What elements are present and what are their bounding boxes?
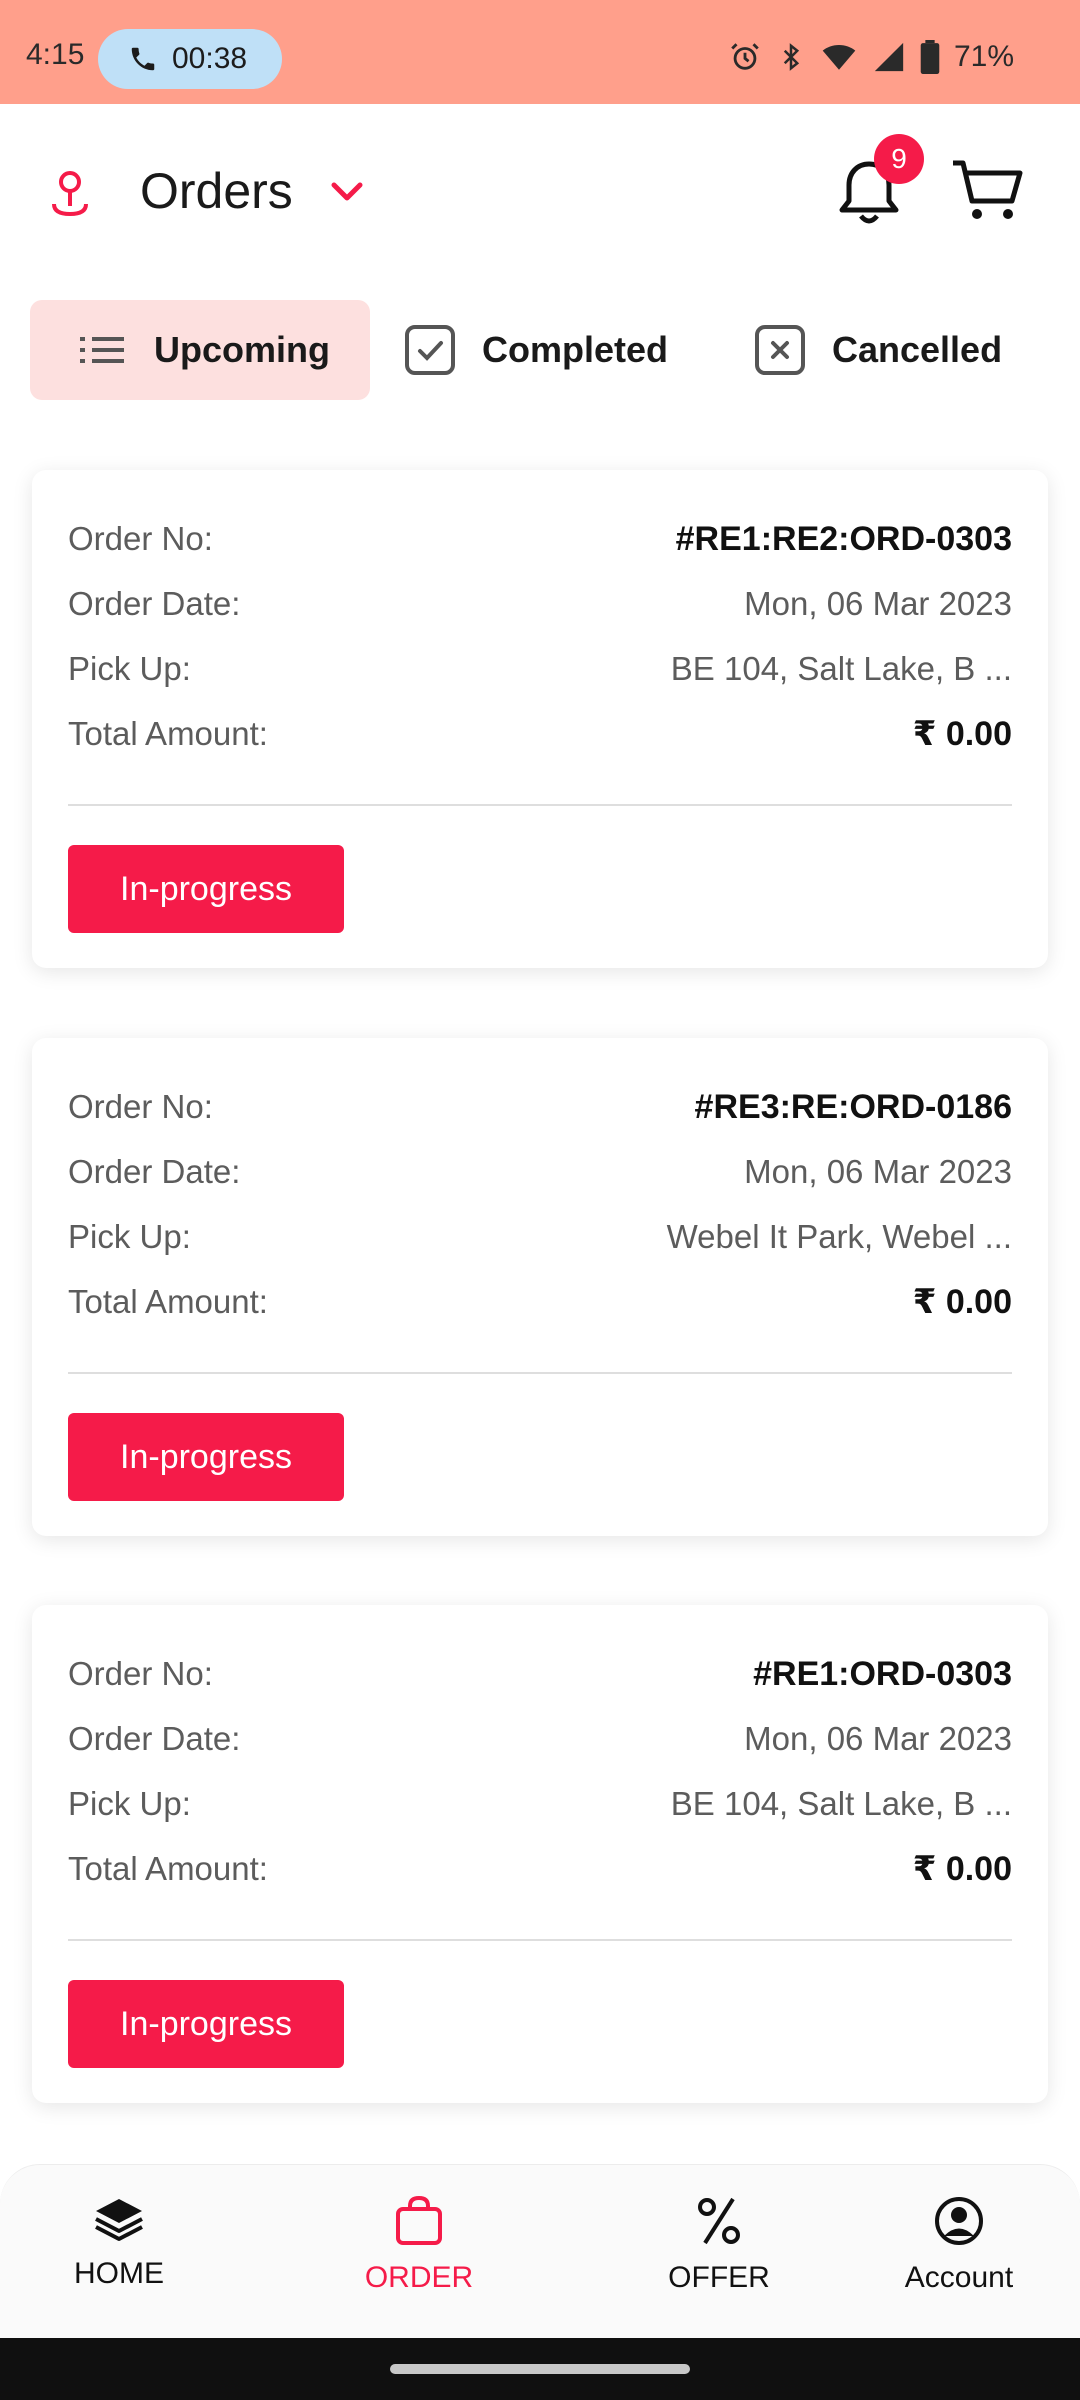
nav-offer[interactable]: OFFER	[619, 2195, 819, 2295]
order-no-row: Order No: #RE1:ORD-0303	[68, 1649, 1012, 1699]
cart-icon[interactable]	[950, 158, 1024, 224]
order-date-value: Mon, 06 Mar 2023	[744, 1153, 1012, 1190]
order-card[interactable]: Order No: #RE1:ORD-0303 Order Date: Mon,…	[32, 1605, 1048, 2103]
nav-order[interactable]: ORDER	[319, 2195, 519, 2295]
card-divider	[68, 804, 1012, 806]
order-no-value: #RE1:ORD-0303	[753, 1654, 1012, 1693]
pickup-row: Pick Up: Webel It Park, Webel ...	[68, 1212, 1012, 1262]
bottom-navigation: HOME ORDER OFFER Account	[0, 2164, 1080, 2338]
order-status-tabs: Upcoming Completed Cancelled	[0, 300, 1080, 400]
tab-cancelled[interactable]: Cancelled	[754, 300, 1054, 400]
battery-percent: 71%	[953, 40, 1014, 73]
order-no-label: Order No:	[68, 520, 213, 557]
phone-icon	[131, 47, 155, 71]
bluetooth-icon	[783, 43, 800, 71]
nav-home[interactable]: HOME	[19, 2195, 219, 2291]
order-date-label: Order Date:	[68, 585, 241, 622]
wifi-icon	[822, 44, 856, 70]
nav-label: ORDER	[364, 2261, 474, 2294]
status-bar: 4:15 00:38 71%	[0, 0, 1080, 104]
cellular-signal-icon	[874, 42, 904, 72]
page-title[interactable]: Orders	[140, 162, 293, 220]
chevron-down-icon[interactable]	[330, 180, 364, 204]
pickup-value: Webel It Park, Webel ...	[666, 1218, 1012, 1255]
nav-label: Account	[904, 2261, 1014, 2294]
total-amount-value: ₹ 0.00	[912, 1850, 1012, 1888]
tab-label: Upcoming	[154, 329, 330, 370]
tab-completed[interactable]: Completed	[404, 300, 704, 400]
bag-icon	[396, 2195, 442, 2245]
card-divider	[68, 1372, 1012, 1374]
layers-icon	[95, 2199, 143, 2241]
checkbox-checked-icon	[405, 325, 455, 375]
order-no-value: #RE3:RE:ORD-0186	[694, 1087, 1012, 1126]
battery-icon	[920, 40, 940, 74]
status-button[interactable]: In-progress	[68, 845, 344, 933]
pickup-label: Pick Up:	[68, 1785, 191, 1822]
system-gesture-bar	[0, 2338, 1080, 2400]
pickup-value: BE 104, Salt Lake, B ...	[670, 650, 1012, 687]
checkbox-cross-icon	[755, 325, 805, 375]
order-date-row: Order Date: Mon, 06 Mar 2023	[68, 1714, 1012, 1764]
ongoing-call-pill[interactable]: 00:38	[98, 29, 282, 89]
account-circle-icon	[935, 2197, 983, 2245]
total-amount-row: Total Amount: ₹ 0.00	[68, 1844, 1012, 1894]
card-divider	[68, 1939, 1012, 1941]
list-icon	[80, 337, 124, 363]
order-date-label: Order Date:	[68, 1720, 241, 1757]
tab-upcoming[interactable]: Upcoming	[30, 300, 370, 400]
nav-account[interactable]: Account	[859, 2195, 1059, 2295]
order-date-label: Order Date:	[68, 1153, 241, 1190]
status-time: 4:15	[26, 38, 85, 71]
call-duration: 00:38	[172, 42, 248, 75]
status-button[interactable]: In-progress	[68, 1980, 344, 2068]
nav-label: HOME	[74, 2257, 164, 2290]
total-amount-label: Total Amount:	[68, 715, 268, 752]
order-date-row: Order Date: Mon, 06 Mar 2023	[68, 579, 1012, 629]
pickup-label: Pick Up:	[68, 1218, 191, 1255]
order-no-row: Order No: #RE3:RE:ORD-0186	[68, 1082, 1012, 1132]
order-card[interactable]: Order No: #RE1:RE2:ORD-0303 Order Date: …	[32, 470, 1048, 968]
order-no-row: Order No: #RE1:RE2:ORD-0303	[68, 514, 1012, 564]
order-no-value: #RE1:RE2:ORD-0303	[675, 519, 1012, 558]
location-pin-icon[interactable]	[44, 168, 96, 220]
pickup-row: Pick Up: BE 104, Salt Lake, B ...	[68, 1779, 1012, 1829]
total-amount-label: Total Amount:	[68, 1850, 268, 1887]
alarm-icon	[731, 43, 759, 70]
order-date-value: Mon, 06 Mar 2023	[744, 1720, 1012, 1757]
order-no-label: Order No:	[68, 1088, 213, 1125]
total-amount-value: ₹ 0.00	[912, 1283, 1012, 1321]
pickup-value: BE 104, Salt Lake, B ...	[670, 1785, 1012, 1822]
order-date-value: Mon, 06 Mar 2023	[744, 585, 1012, 622]
total-amount-value: ₹ 0.00	[912, 715, 1012, 753]
percent-icon	[698, 2197, 740, 2245]
total-amount-row: Total Amount: ₹ 0.00	[68, 709, 1012, 759]
pickup-label: Pick Up:	[68, 650, 191, 687]
status-button[interactable]: In-progress	[68, 1413, 344, 1501]
total-amount-row: Total Amount: ₹ 0.00	[68, 1277, 1012, 1327]
total-amount-label: Total Amount:	[68, 1283, 268, 1320]
pickup-row: Pick Up: BE 104, Salt Lake, B ...	[68, 644, 1012, 694]
order-date-row: Order Date: Mon, 06 Mar 2023	[68, 1147, 1012, 1197]
status-icons: 71%	[728, 40, 1014, 74]
app-header: Orders 9	[0, 104, 1080, 280]
order-card[interactable]: Order No: #RE3:RE:ORD-0186 Order Date: M…	[32, 1038, 1048, 1536]
nav-label: OFFER	[668, 2261, 770, 2294]
tab-label: Cancelled	[832, 329, 1003, 370]
home-gesture-handle[interactable]	[390, 2364, 690, 2374]
tab-label: Completed	[482, 329, 669, 370]
notification-badge: 9	[874, 134, 924, 184]
order-no-label: Order No:	[68, 1655, 213, 1692]
